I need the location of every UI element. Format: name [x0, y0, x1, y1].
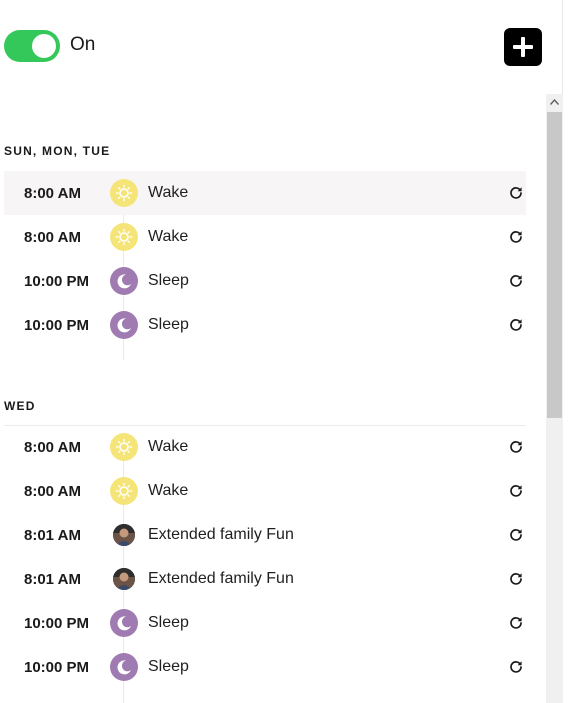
item-title: Extended family Fun: [148, 570, 294, 587]
list-item[interactable]: 8:01 AM Extended family Fun: [4, 513, 526, 557]
list-item[interactable]: 10:00 PM Sleep: [4, 645, 526, 689]
schedule-list: SUN, MON, TUE 8:00 AM Wake 8:00 AM Wake …: [0, 94, 526, 703]
sun-icon: [110, 179, 138, 207]
sun-icon: [110, 433, 138, 461]
schedule-toggle[interactable]: [4, 30, 60, 62]
repeat-icon[interactable]: [509, 440, 523, 454]
item-time: 10:00 PM: [24, 615, 90, 632]
item-title: Sleep: [148, 316, 189, 333]
repeat-icon[interactable]: [509, 230, 523, 244]
repeat-icon[interactable]: [509, 484, 523, 498]
item-title: Wake: [148, 482, 189, 499]
item-title: Sleep: [148, 614, 189, 631]
item-time: 8:00 AM: [24, 439, 81, 456]
repeat-icon[interactable]: [509, 274, 523, 288]
item-time: 10:00 PM: [24, 273, 90, 290]
plus-icon: [513, 37, 533, 57]
item-title: Wake: [148, 228, 189, 245]
scroll-up-button[interactable]: [546, 94, 563, 110]
chevron-up-icon: [550, 99, 559, 105]
list-item[interactable]: 8:00 AM Wake: [4, 469, 526, 513]
repeat-icon[interactable]: [509, 318, 523, 332]
item-time: 10:00 PM: [24, 317, 90, 334]
scrollbar[interactable]: [546, 94, 563, 703]
list-item[interactable]: 8:01 AM Extended family Fun: [4, 557, 526, 601]
avatar: [113, 568, 135, 590]
repeat-icon[interactable]: [509, 616, 523, 630]
item-time: 8:00 AM: [24, 483, 81, 500]
toggle-knob: [32, 34, 56, 58]
item-time: 8:00 AM: [24, 229, 81, 246]
list-item[interactable]: 10:00 PM Sleep: [4, 303, 526, 347]
repeat-icon[interactable]: [509, 660, 523, 674]
repeat-icon[interactable]: [509, 528, 523, 542]
group-header: SUN, MON, TUE: [4, 144, 111, 158]
item-time: 8:01 AM: [24, 527, 81, 544]
item-title: Wake: [148, 184, 189, 201]
list-item[interactable]: 8:00 AM Wake: [4, 215, 526, 259]
list-item[interactable]: 8:00 AM Wake: [4, 171, 526, 215]
list-item[interactable]: 10:00 PM Sleep: [4, 601, 526, 645]
item-title: Sleep: [148, 658, 189, 675]
item-title: Sleep: [148, 272, 189, 289]
toggle-label: On: [70, 34, 96, 55]
item-time: 8:00 AM: [24, 185, 81, 202]
moon-icon: [110, 267, 138, 295]
list-item[interactable]: 10:00 PM Sleep: [4, 259, 526, 303]
repeat-icon[interactable]: [509, 572, 523, 586]
repeat-icon[interactable]: [509, 186, 523, 200]
top-bar: On: [0, 0, 562, 92]
item-time: 8:01 AM: [24, 571, 81, 588]
item-title: Wake: [148, 438, 189, 455]
moon-icon: [110, 653, 138, 681]
sun-icon: [110, 223, 138, 251]
moon-icon: [110, 311, 138, 339]
add-button[interactable]: [504, 28, 542, 66]
item-title: Extended family Fun: [148, 526, 294, 543]
item-time: 10:00 PM: [24, 659, 90, 676]
group-header: WED: [4, 399, 36, 413]
scrollbar-thumb[interactable]: [547, 112, 562, 418]
sun-icon: [110, 477, 138, 505]
list-item[interactable]: 8:00 AM Wake: [4, 425, 526, 469]
avatar: [113, 524, 135, 546]
moon-icon: [110, 609, 138, 637]
